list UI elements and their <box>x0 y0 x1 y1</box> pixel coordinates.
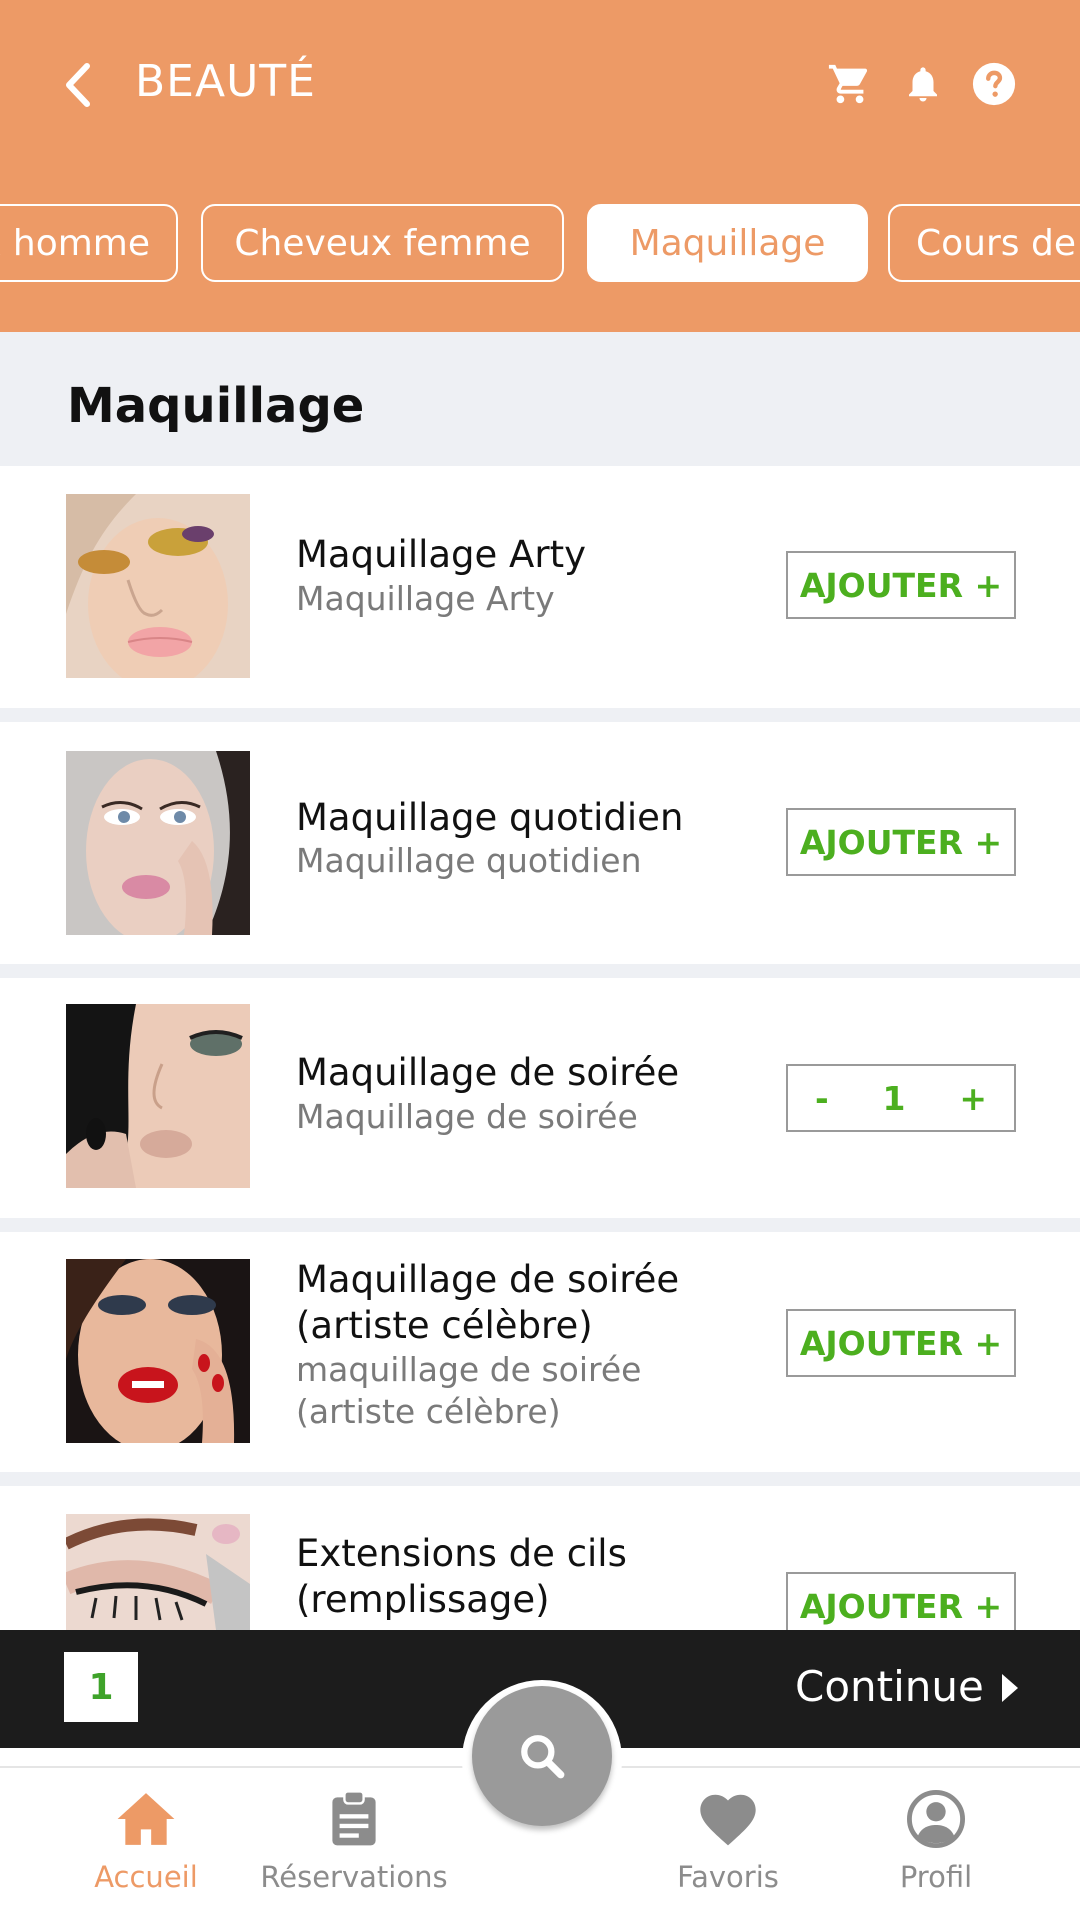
nav-label: Favoris <box>677 1860 779 1894</box>
divider <box>0 964 1080 978</box>
nav-label: Accueil <box>94 1860 198 1894</box>
nav-item-reservations[interactable]: Réservations <box>254 1790 454 1894</box>
add-button[interactable]: AJOUTER + <box>786 808 1016 876</box>
tab-hommes[interactable]: x homme <box>0 204 178 282</box>
user-icon <box>907 1790 965 1848</box>
chevron-right-icon <box>1002 1674 1018 1702</box>
header-bar <box>0 0 1080 332</box>
decrement-button[interactable]: - <box>815 1079 829 1118</box>
back-icon <box>66 63 90 107</box>
service-image <box>66 1004 250 1188</box>
service-image <box>66 751 250 935</box>
tab-maquillage[interactable]: Maquillage <box>587 204 868 282</box>
quantity-value: 1 <box>882 1078 906 1118</box>
cart-icon <box>828 64 868 104</box>
increment-button[interactable]: + <box>959 1079 987 1118</box>
back-button[interactable] <box>58 62 98 108</box>
notifications-button[interactable] <box>899 60 947 108</box>
service-description: Maquillage quotidien <box>296 841 642 880</box>
continue-button[interactable]: Continue <box>795 1662 984 1711</box>
tab-label: Maquillage <box>629 222 826 264</box>
tab-label: Cheveux femme <box>234 222 531 264</box>
bell-icon <box>909 67 937 102</box>
service-name: Maquillage de soirée <box>296 1051 680 1094</box>
home-icon <box>117 1793 175 1845</box>
nav-item-accueil[interactable]: Accueil <box>46 1790 246 1894</box>
search-button[interactable] <box>472 1686 612 1826</box>
quantity-stepper: - 1 + <box>786 1064 1016 1132</box>
cart-button[interactable] <box>826 60 874 108</box>
category-tabs: x homme Cheveux femme Maquillage Cours d… <box>0 204 1080 282</box>
service-name: Maquillage quotidien <box>296 796 684 839</box>
divider <box>0 1472 1080 1486</box>
service-name: Maquillage Arty <box>296 533 586 576</box>
tab-cours[interactable]: Cours de <box>888 204 1080 282</box>
service-image <box>66 1259 250 1443</box>
service-description: maquillage de soirée (artiste célèbre) <box>296 1350 642 1431</box>
nav-label: Profil <box>899 1860 973 1894</box>
service-name: Extensions de cils (remplissage) <box>296 1532 627 1621</box>
section-title: Maquillage <box>67 378 365 434</box>
nav-item-profil[interactable]: Profil <box>836 1790 1036 1894</box>
tab-cheveux-femme[interactable]: Cheveux femme <box>201 204 564 282</box>
nav-item-favoris[interactable]: Favoris <box>628 1790 828 1894</box>
service-description: Maquillage Arty <box>296 579 555 618</box>
service-name: Maquillage de soirée (artiste célèbre) <box>296 1258 680 1347</box>
service-image <box>66 494 250 678</box>
help-button[interactable] <box>970 60 1018 108</box>
divider <box>0 1218 1080 1232</box>
nav-label: Réservations <box>260 1860 448 1894</box>
page-title: BEAUTÉ <box>135 56 316 107</box>
add-button[interactable]: AJOUTER + <box>786 1309 1016 1377</box>
divider <box>0 708 1080 722</box>
clipboard-icon <box>332 1790 376 1846</box>
heart-icon <box>700 1794 756 1846</box>
service-image <box>66 1514 250 1630</box>
tab-label: Cours de <box>916 222 1076 264</box>
cart-count-badge: 1 <box>64 1652 138 1722</box>
help-icon <box>972 62 1016 106</box>
add-button[interactable]: AJOUTER + <box>786 551 1016 619</box>
service-description: Maquillage de soirée <box>296 1097 638 1136</box>
search-icon <box>521 1735 565 1779</box>
tab-label: x homme <box>0 222 150 264</box>
